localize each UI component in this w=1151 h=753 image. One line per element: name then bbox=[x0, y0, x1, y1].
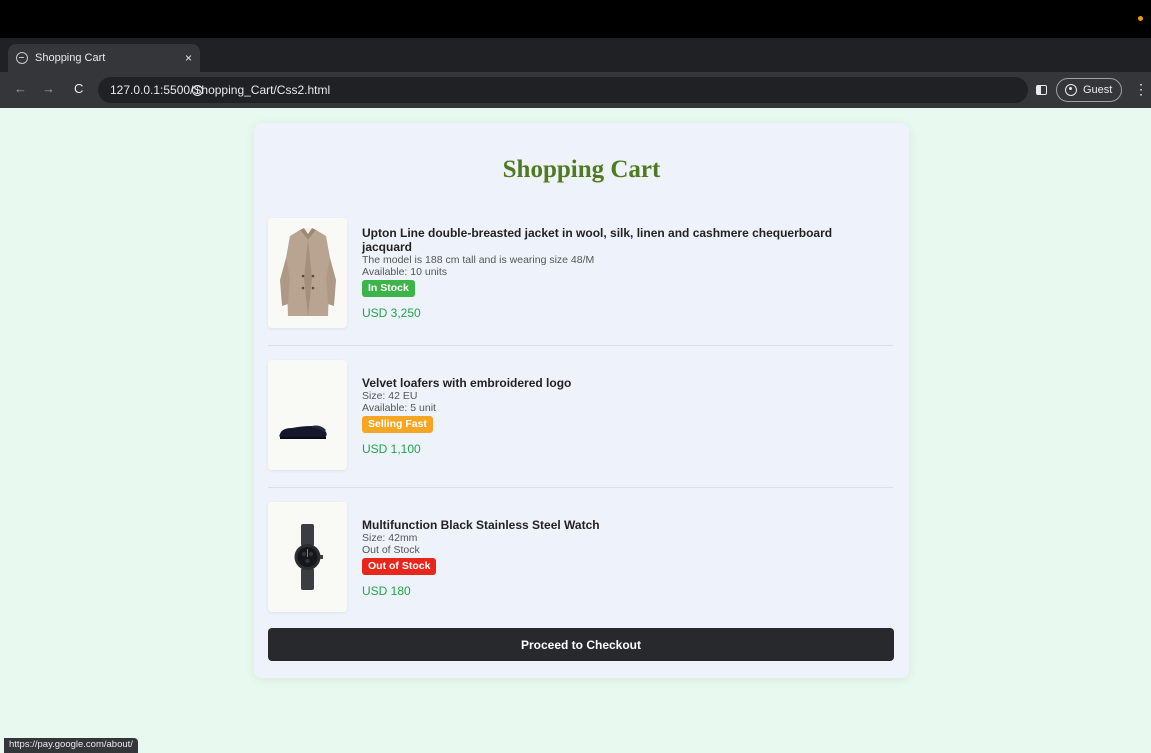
item-info: Velvet loafers with embroidered logo Siz… bbox=[362, 376, 862, 456]
side-panel-icon[interactable] bbox=[1036, 85, 1047, 95]
tab-title: Shopping Cart bbox=[35, 52, 106, 64]
product-detail: The model is 188 cm tall and is wearing … bbox=[362, 254, 595, 266]
product-name: Upton Line double-breasted jacket in woo… bbox=[362, 226, 833, 254]
site-info-icon[interactable]: i bbox=[192, 85, 203, 96]
url-text[interactable]: 127.0.0.1:5500/Shopping_Cart/Css2.html bbox=[110, 83, 330, 97]
jacket-image bbox=[268, 218, 347, 328]
reload-button[interactable]: C bbox=[74, 81, 83, 96]
browser-tab[interactable]: Shopping Cart × bbox=[8, 44, 200, 72]
profile-icon bbox=[1065, 84, 1077, 96]
profile-button[interactable]: Guest bbox=[1056, 78, 1122, 102]
availability-text: Out of Stock bbox=[362, 544, 420, 556]
close-tab-icon[interactable]: × bbox=[185, 51, 192, 65]
browser-menu-button[interactable]: ⋮ bbox=[1134, 81, 1148, 98]
availability-text: Available: 5 unit bbox=[362, 402, 436, 414]
cart-item: Multifunction Black Stainless Steel Watc… bbox=[268, 502, 894, 630]
browser-toolbar: ← → C i 127.0.0.1:5500/Shopping_Cart/Css… bbox=[0, 72, 1151, 108]
loafers-image bbox=[268, 360, 347, 470]
back-button[interactable]: ← bbox=[14, 81, 27, 96]
product-detail: Size: 42mm bbox=[362, 532, 418, 544]
globe-icon bbox=[16, 52, 28, 64]
product-name: Multifunction Black Stainless Steel Watc… bbox=[362, 518, 600, 532]
forward-button[interactable]: → bbox=[42, 81, 55, 96]
product-price: USD 3,250 bbox=[362, 306, 421, 320]
recording-indicator-icon bbox=[1138, 16, 1143, 21]
product-name: Velvet loafers with embroidered logo bbox=[362, 376, 572, 390]
cart-item: Upton Line double-breasted jacket in woo… bbox=[268, 218, 894, 346]
tab-strip: Shopping Cart × + ⌄ bbox=[0, 38, 1151, 99]
item-info: Multifunction Black Stainless Steel Watc… bbox=[362, 518, 862, 598]
product-price: USD 180 bbox=[362, 584, 411, 598]
cart-card: Shopping Cart Upton Line double-breasted… bbox=[254, 123, 909, 678]
stock-badge: In Stock bbox=[362, 280, 415, 297]
availability-text: Available: 10 units bbox=[362, 266, 448, 278]
page-title: Shopping Cart bbox=[502, 156, 661, 183]
window-titlebar bbox=[0, 0, 1151, 38]
watch-image bbox=[268, 502, 347, 612]
status-bar-url: https://pay.google.com/about/ bbox=[4, 738, 138, 753]
product-detail: Size: 42 EU bbox=[362, 390, 418, 402]
stock-badge: Out of Stock bbox=[362, 558, 437, 575]
checkout-button[interactable]: Proceed to Checkout bbox=[268, 628, 894, 661]
product-price: USD 1,100 bbox=[362, 442, 421, 456]
profile-label: Guest bbox=[1083, 84, 1113, 96]
address-bar[interactable]: i 127.0.0.1:5500/Shopping_Cart/Css2.html bbox=[98, 77, 1028, 103]
item-info: Upton Line double-breasted jacket in woo… bbox=[362, 226, 862, 320]
stock-badge: Selling Fast bbox=[362, 416, 433, 433]
cart-item: Velvet loafers with embroidered logo Siz… bbox=[268, 360, 894, 488]
